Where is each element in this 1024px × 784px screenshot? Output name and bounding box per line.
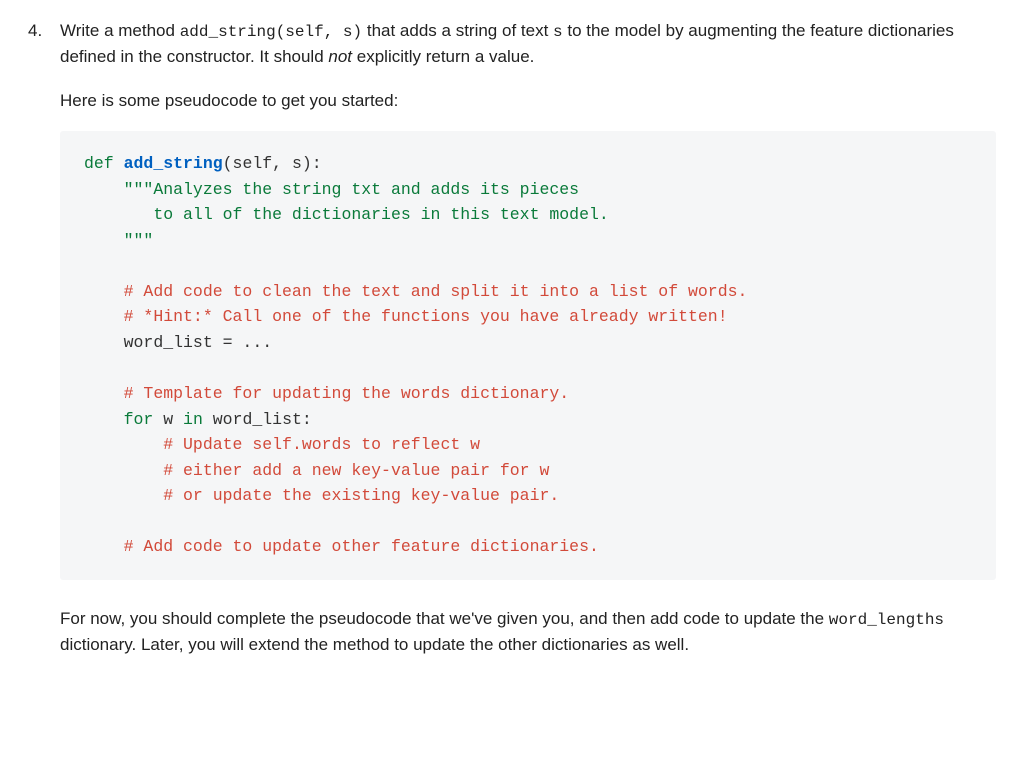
keyword-def: def bbox=[84, 154, 114, 173]
signature: (self, s): bbox=[223, 154, 322, 173]
keyword-in: in bbox=[183, 410, 203, 429]
intro-paragraph-1: Write a method add_string(self, s) that … bbox=[60, 18, 996, 70]
comment-line: # *Hint:* Call one of the functions you … bbox=[124, 307, 728, 326]
inline-code: word_lengths bbox=[829, 611, 944, 629]
text: For now, you should complete the pseudoc… bbox=[60, 609, 829, 628]
keyword-for: for bbox=[124, 410, 154, 429]
text: Write a method bbox=[60, 21, 180, 40]
inline-code: s bbox=[553, 23, 563, 41]
text: explicitly return a value. bbox=[352, 47, 534, 66]
docstring-line: to all of the dictionaries in this text … bbox=[124, 205, 609, 224]
emphasis-not: not bbox=[328, 47, 352, 66]
code-block: def add_string(self, s): """Analyzes the… bbox=[60, 131, 996, 580]
question-content: Write a method add_string(self, s) that … bbox=[60, 18, 996, 676]
comment-line: # Add code to clean the text and split i… bbox=[124, 282, 748, 301]
text: that adds a string of text bbox=[362, 21, 553, 40]
question-number: 4. bbox=[28, 18, 60, 44]
comment-line: # either add a new key-value pair for w bbox=[163, 461, 549, 480]
code-line: word_list = ... bbox=[124, 333, 273, 352]
comment-line: # Update self.words to reflect w bbox=[163, 435, 480, 454]
inline-code: add_string(self, s) bbox=[180, 23, 362, 41]
question-block: 4. Write a method add_string(self, s) th… bbox=[28, 18, 996, 676]
outro-paragraph: For now, you should complete the pseudoc… bbox=[60, 606, 996, 658]
code-text: w bbox=[153, 410, 183, 429]
function-name: add_string bbox=[124, 154, 223, 173]
intro-paragraph-2: Here is some pseudocode to get you start… bbox=[60, 88, 996, 114]
comment-line: # Add code to update other feature dicti… bbox=[124, 537, 599, 556]
docstring-line: """Analyzes the string txt and adds its … bbox=[124, 180, 579, 199]
comment-line: # Template for updating the words dictio… bbox=[124, 384, 570, 403]
comment-line: # or update the existing key-value pair. bbox=[163, 486, 559, 505]
docstring-line: """ bbox=[124, 231, 154, 250]
text: dictionary. Later, you will extend the m… bbox=[60, 635, 689, 654]
code-text: word_list: bbox=[203, 410, 312, 429]
